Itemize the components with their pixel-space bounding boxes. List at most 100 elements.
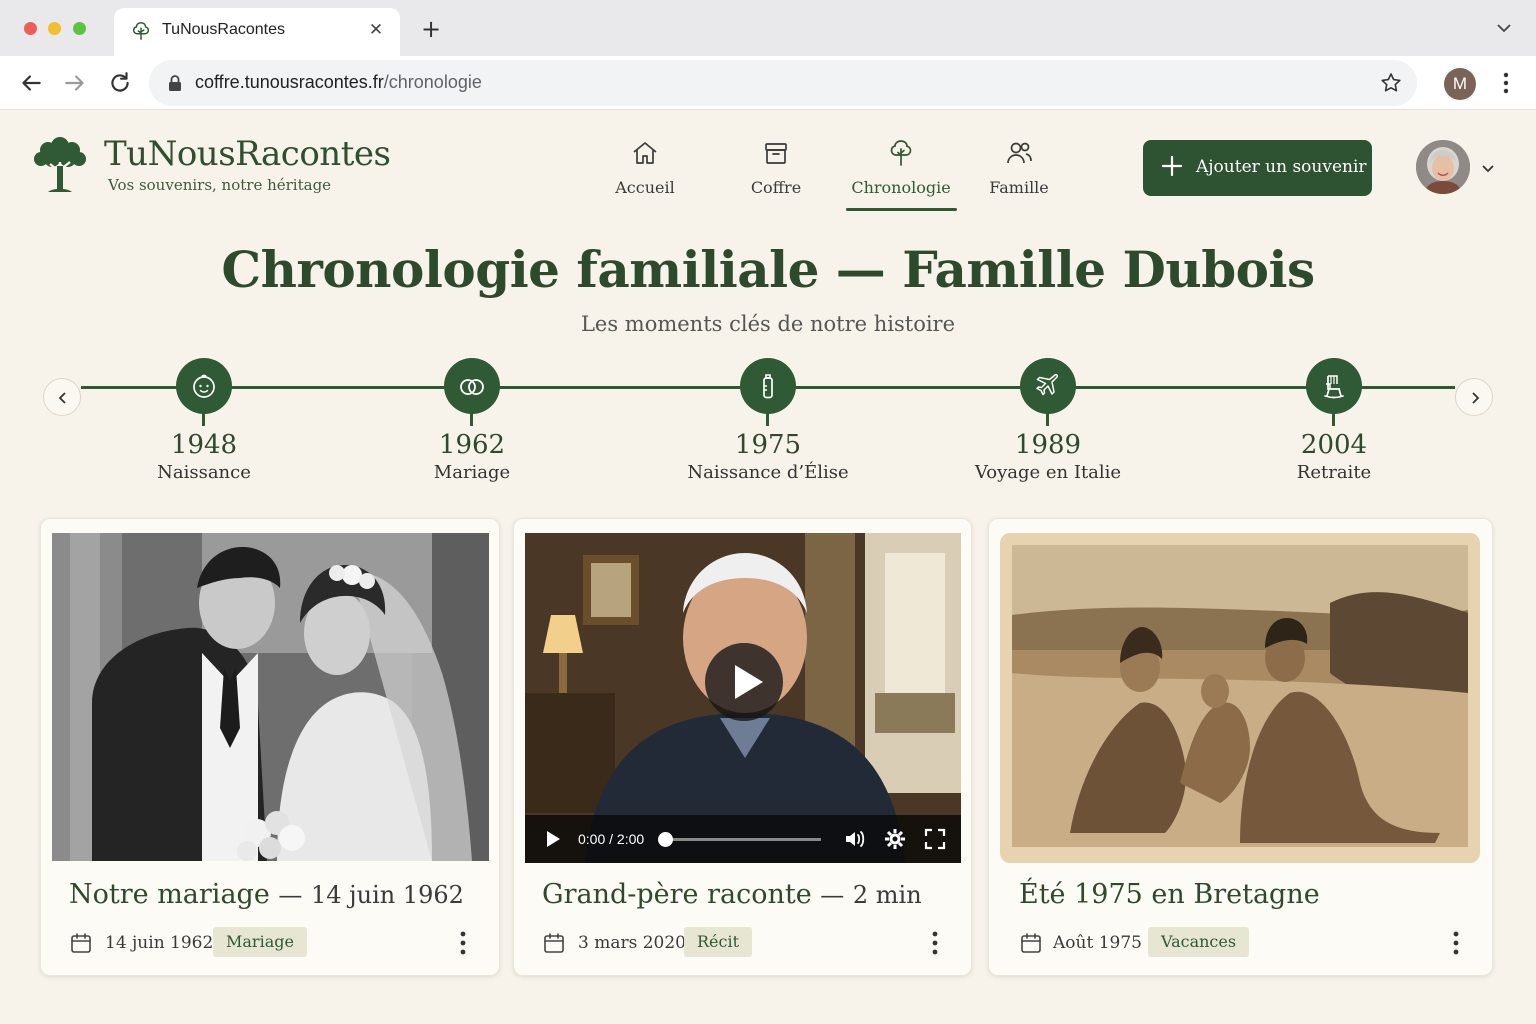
memory-card-wedding[interactable]: Notre mariage — 14 juin 1962 14 juin 196… (40, 518, 500, 976)
timeline-label: Mariage (433, 462, 511, 483)
tab-search-chevron-icon[interactable] (1494, 18, 1514, 38)
tab-close-icon[interactable]: ✕ (366, 20, 386, 40)
video-controls: 0:00 / 2:00 (525, 815, 961, 863)
add-memory-label: Ajouter un souvenir (1196, 157, 1367, 177)
timeline-year: 1989 (1014, 430, 1082, 460)
nav-famille[interactable]: Famille (964, 138, 1074, 210)
browser-toolbar: coffre.tunousracontes.fr/chronologie M (0, 56, 1536, 110)
timeline-stem (202, 412, 205, 426)
forward-arrow-icon[interactable] (62, 70, 88, 96)
video-play-overlay-button[interactable] (705, 643, 783, 721)
browser-menu-icon[interactable] (1496, 70, 1516, 96)
user-portrait (1416, 140, 1470, 194)
card-tag[interactable]: Mariage (213, 927, 307, 957)
nav-famille-label: Famille (989, 178, 1049, 197)
timeline-year: 1975 (734, 430, 802, 460)
card-date: Août 1975 (1053, 933, 1142, 953)
timeline-stem (1046, 412, 1049, 426)
play-icon (735, 665, 763, 699)
timeline-label: Retraite (1296, 462, 1372, 483)
play-icon[interactable] (543, 829, 563, 849)
card-date: 3 mars 2020 (578, 933, 686, 953)
card-title[interactable]: Notre mariage — 14 juin 1962 (69, 879, 464, 910)
timeline-year: 1948 (170, 430, 238, 460)
lock-icon (169, 75, 181, 91)
beach-photo-image (1000, 533, 1480, 863)
baby-bottle-icon (763, 374, 773, 399)
family-tree-logo-icon[interactable] (28, 132, 92, 196)
video-player[interactable]: 0:00 / 2:00 (525, 533, 961, 863)
memory-card-video[interactable]: 0:00 / 2:00 Grand-père raconte — 2 min 3… (513, 518, 972, 976)
timeline-year: 2004 (1300, 430, 1368, 460)
nav-coffre[interactable]: Coffre (721, 138, 831, 210)
nav-accueil-label: Accueil (615, 178, 675, 197)
baby-icon (193, 374, 215, 398)
timeline-label: Naissance d’Élise (687, 462, 849, 483)
timeline-next-button[interactable] (1455, 378, 1493, 416)
tree-favicon-icon (132, 22, 150, 40)
card-date: 14 juin 1962 (105, 933, 214, 953)
close-window-button[interactable] (24, 22, 37, 35)
video-scrubber-handle[interactable] (658, 832, 673, 847)
volume-icon[interactable] (843, 827, 867, 851)
timeline-node-1989[interactable] (1020, 358, 1076, 414)
add-memory-button[interactable]: Ajouter un souvenir (1143, 140, 1372, 196)
rings-icon (460, 379, 484, 395)
timeline-label: Naissance (157, 462, 251, 483)
nav-chronologie[interactable]: Chronologie (846, 138, 956, 210)
rocking-chair-icon (1324, 375, 1344, 399)
back-arrow-icon[interactable] (18, 70, 44, 96)
card-tag[interactable]: Vacances (1148, 927, 1250, 957)
archive-box-icon (765, 143, 787, 164)
address-bar[interactable]: coffre.tunousracontes.fr/chronologie (149, 60, 1417, 106)
timeline-label: Voyage en Italie (974, 462, 1122, 483)
settings-gear-icon[interactable] (883, 827, 907, 851)
timeline-year: 1962 (438, 430, 506, 460)
maximize-window-button[interactable] (73, 22, 86, 35)
new-tab-button[interactable]: + (418, 16, 444, 42)
nav-coffre-label: Coffre (750, 178, 802, 197)
video-time: 0:00 / 2:00 (578, 831, 645, 847)
bookmark-star-icon[interactable] (1379, 71, 1403, 95)
active-nav-indicator (846, 208, 957, 211)
nav-accueil[interactable]: Accueil (590, 138, 700, 210)
card-title[interactable]: Grand-père raconte — 2 min (542, 879, 922, 910)
nav-chronologie-label: Chronologie (851, 178, 951, 197)
timeline-node-2004[interactable] (1306, 358, 1362, 414)
timeline-stem (766, 412, 769, 426)
timeline-node-1948[interactable] (176, 358, 232, 414)
video-progress-bar[interactable] (665, 838, 821, 841)
timeline-prev-button[interactable] (43, 378, 81, 416)
chevron-right-icon (1472, 392, 1480, 404)
page-subtitle: Les moments clés de notre histoire (580, 312, 956, 336)
memory-card-beach[interactable]: Été 1975 en Bretagne Août 1975 Vacances (988, 518, 1493, 976)
timeline-stem (1332, 412, 1335, 426)
card-menu-icon[interactable] (1448, 929, 1464, 957)
airplane-icon (1036, 373, 1059, 396)
plus-icon (1161, 155, 1183, 177)
chevron-down-icon[interactable] (1480, 160, 1496, 176)
card-title[interactable]: Été 1975 en Bretagne (1019, 879, 1320, 910)
calendar-icon (71, 933, 91, 953)
card-menu-icon[interactable] (455, 929, 471, 957)
card-menu-icon[interactable] (927, 929, 943, 957)
timeline-node-1962[interactable] (444, 358, 500, 414)
user-avatar[interactable] (1416, 140, 1470, 194)
beach-photo[interactable] (1000, 533, 1480, 863)
card-tag[interactable]: Récit (684, 927, 753, 957)
browser-profile-avatar[interactable]: M (1444, 68, 1476, 100)
browser-tab-title: TuNousRacontes (162, 21, 286, 38)
brand-name[interactable]: TuNousRacontes (104, 134, 391, 174)
url-text: coffre.tunousracontes.fr/chronologie (195, 72, 482, 92)
timeline-node-1975[interactable] (740, 358, 796, 414)
minimize-window-button[interactable] (48, 22, 61, 35)
brand-tagline: Vos souvenirs, notre héritage (108, 176, 332, 194)
tree-icon (890, 140, 912, 166)
fullscreen-icon[interactable] (923, 827, 947, 851)
browser-tab[interactable]: TuNousRacontes ✕ (114, 8, 400, 56)
calendar-icon (544, 933, 564, 953)
chevron-left-icon (58, 392, 66, 404)
wedding-photo[interactable] (52, 533, 489, 861)
people-icon (1007, 142, 1032, 164)
reload-icon[interactable] (107, 70, 133, 96)
